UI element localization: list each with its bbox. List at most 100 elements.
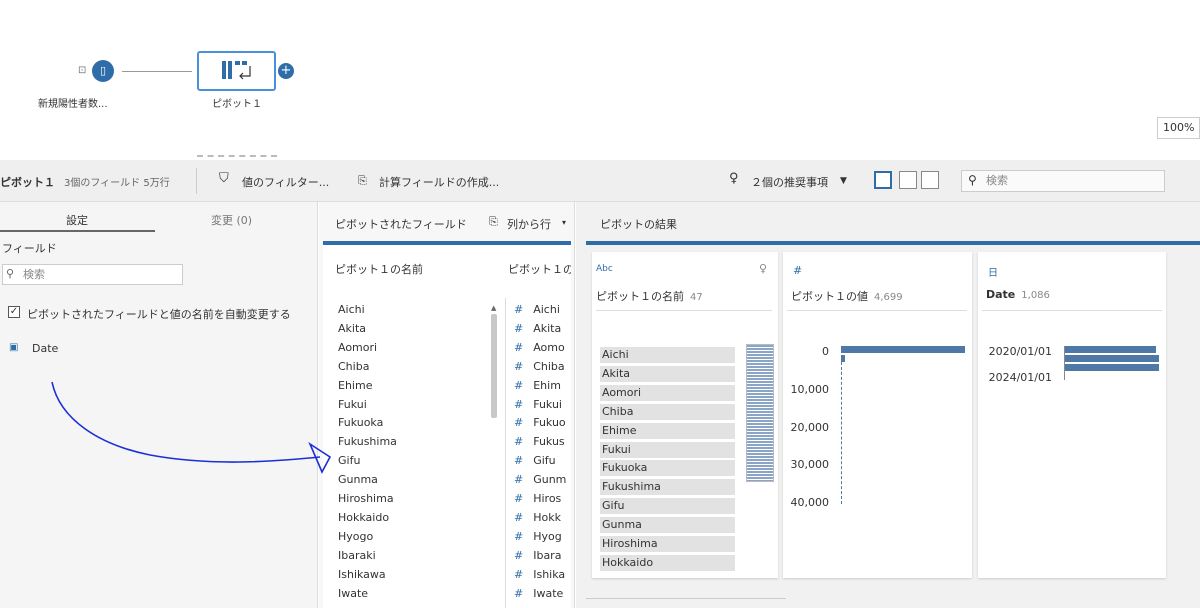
- field-search-input[interactable]: 検索: [2, 264, 183, 285]
- step-name: ピボット１: [0, 176, 55, 189]
- date-bar[interactable]: [1065, 346, 1156, 353]
- list-item[interactable]: Fukushima: [338, 435, 397, 448]
- list-item[interactable]: # Chiba: [506, 360, 565, 373]
- card-title-text: Date: [986, 288, 1016, 301]
- list-item[interactable]: Hiroshima: [338, 492, 394, 505]
- category-row[interactable]: Aichi: [600, 347, 735, 363]
- card-count: 1,086: [1021, 290, 1050, 301]
- number-type-icon: #: [514, 359, 524, 373]
- profile-card-date[interactable]: 日 Date 1,086 2020/01/01 2024/01/01: [978, 252, 1166, 578]
- list-item[interactable]: Chiba: [338, 360, 369, 373]
- category-row[interactable]: Fukushima: [600, 479, 735, 496]
- list-item[interactable]: # Gifu: [506, 454, 556, 467]
- list-item[interactable]: # Hyog: [506, 530, 562, 543]
- category-row[interactable]: Fukui: [600, 441, 735, 458]
- list-item-label: Hiros: [533, 492, 562, 505]
- number-type-icon: #: [514, 340, 524, 354]
- profile-card-value[interactable]: # ピボット１の値 4,699 0 10,000 20,000 30,000 40,000: [783, 252, 972, 578]
- category-row[interactable]: Fukuoka: [600, 460, 735, 477]
- pivot-node-label: ピボット１: [212, 99, 262, 110]
- chevron-down-icon[interactable]: ▼: [840, 176, 847, 186]
- date-axis-line: [1064, 346, 1065, 380]
- list-item-label: Fukuo: [533, 416, 566, 430]
- tab-settings[interactable]: 設定: [66, 212, 88, 228]
- list-item[interactable]: Akita: [338, 322, 366, 335]
- search-icon: ⚲: [968, 173, 977, 187]
- number-type-icon: #: [514, 454, 524, 468]
- scrollbar[interactable]: [491, 314, 497, 418]
- list-item[interactable]: # Fukuo: [506, 416, 566, 429]
- category-row[interactable]: Chiba: [600, 403, 735, 420]
- date-bar[interactable]: [1065, 364, 1159, 371]
- list-item[interactable]: # Ehim: [506, 379, 561, 392]
- category-row[interactable]: Ehime: [600, 422, 735, 439]
- date-bar[interactable]: [1065, 355, 1159, 362]
- mini-histogram[interactable]: [746, 344, 774, 482]
- columns-to-rows-dropdown[interactable]: 列から行: [507, 216, 551, 232]
- list-item[interactable]: Fukui: [338, 398, 367, 411]
- list-item[interactable]: # Akita: [506, 322, 561, 335]
- list-item[interactable]: Hokkaido: [338, 511, 389, 524]
- auto-rename-checkbox[interactable]: ✓: [8, 306, 20, 318]
- list-item[interactable]: # Ishika: [506, 568, 565, 581]
- list-item[interactable]: # Hiros: [506, 492, 561, 505]
- list-item[interactable]: Ehime: [338, 379, 372, 392]
- filter-icon: ⛉: [219, 171, 229, 186]
- list-item[interactable]: # Fukus: [506, 435, 565, 448]
- profile-view-icon[interactable]: [874, 171, 892, 189]
- list-item-label: Fukus: [533, 435, 565, 449]
- list-item-label: Hyog: [533, 529, 562, 543]
- list-item[interactable]: Fukuoka: [338, 416, 383, 429]
- scroll-up-icon[interactable]: ▲: [491, 304, 496, 312]
- number-type-icon: #: [514, 473, 524, 487]
- search-input[interactable]: 検索: [961, 170, 1165, 192]
- list-item[interactable]: Aomori: [338, 341, 377, 354]
- calc-field-button[interactable]: 計算フィールドの作成...: [379, 174, 499, 190]
- list-item[interactable]: # Fukui: [506, 398, 562, 411]
- source-node-icon[interactable]: ▯: [92, 60, 114, 82]
- filter-button[interactable]: 値のフィルター...: [242, 174, 329, 190]
- tab-changes[interactable]: 変更 (0): [211, 212, 252, 228]
- number-type-icon: #: [514, 397, 524, 411]
- profile-card-name[interactable]: Abc ♀ ピボット１の名前 47 Aichi Akita Aomori Chiba Eh…: [592, 252, 778, 578]
- string-type-icon: Abc: [596, 264, 613, 274]
- table-view-icon[interactable]: [899, 171, 917, 189]
- columns-to-rows-icon: ⎘: [489, 215, 498, 228]
- category-row[interactable]: Aomori: [600, 384, 735, 401]
- list-item[interactable]: # Gunm: [506, 473, 566, 486]
- field-date[interactable]: Date: [32, 342, 58, 355]
- category-row[interactable]: Akita: [600, 365, 735, 382]
- category-row[interactable]: Hokkaido: [600, 554, 735, 571]
- list-item[interactable]: # Ibara: [506, 549, 561, 562]
- chevron-down-icon[interactable]: ▾: [562, 218, 566, 227]
- list-item[interactable]: Iwate: [338, 587, 368, 600]
- card-title-text: ピボット１の名前: [596, 290, 684, 303]
- list-item[interactable]: Gunma: [338, 473, 378, 486]
- list-item[interactable]: Ishikawa: [338, 568, 386, 581]
- pivot-node[interactable]: [197, 51, 276, 91]
- number-type-icon: #: [514, 435, 524, 449]
- list-item[interactable]: # Aichi: [506, 303, 560, 316]
- list-item[interactable]: # Aomo: [506, 341, 565, 354]
- histogram-bar[interactable]: [841, 346, 965, 353]
- list-item[interactable]: # Iwate: [506, 587, 563, 600]
- number-type-icon: #: [514, 416, 524, 430]
- add-step-icon[interactable]: +: [278, 63, 294, 79]
- card-divider: [596, 310, 772, 311]
- zoom-level[interactable]: 100%: [1157, 117, 1200, 139]
- list-item[interactable]: Hyogo: [338, 530, 373, 543]
- recommend-button[interactable]: ２個の推奨事項: [751, 174, 828, 190]
- category-row[interactable]: Gunma: [600, 517, 735, 534]
- list-item[interactable]: # Hokk: [506, 511, 561, 524]
- histogram-bar[interactable]: [841, 355, 845, 362]
- list-item[interactable]: Aichi: [338, 303, 365, 316]
- list-item-label: Hokk: [533, 510, 561, 524]
- list-item[interactable]: Ibaraki: [338, 549, 376, 562]
- number-type-icon: #: [514, 303, 524, 316]
- category-row[interactable]: Gifu: [600, 498, 735, 515]
- value-tick: 40,000: [790, 496, 830, 510]
- list-view-icon[interactable]: [921, 171, 939, 189]
- list-item[interactable]: Gifu: [338, 454, 360, 467]
- category-row[interactable]: Hiroshima: [600, 536, 735, 552]
- number-type-icon: #: [514, 567, 524, 581]
